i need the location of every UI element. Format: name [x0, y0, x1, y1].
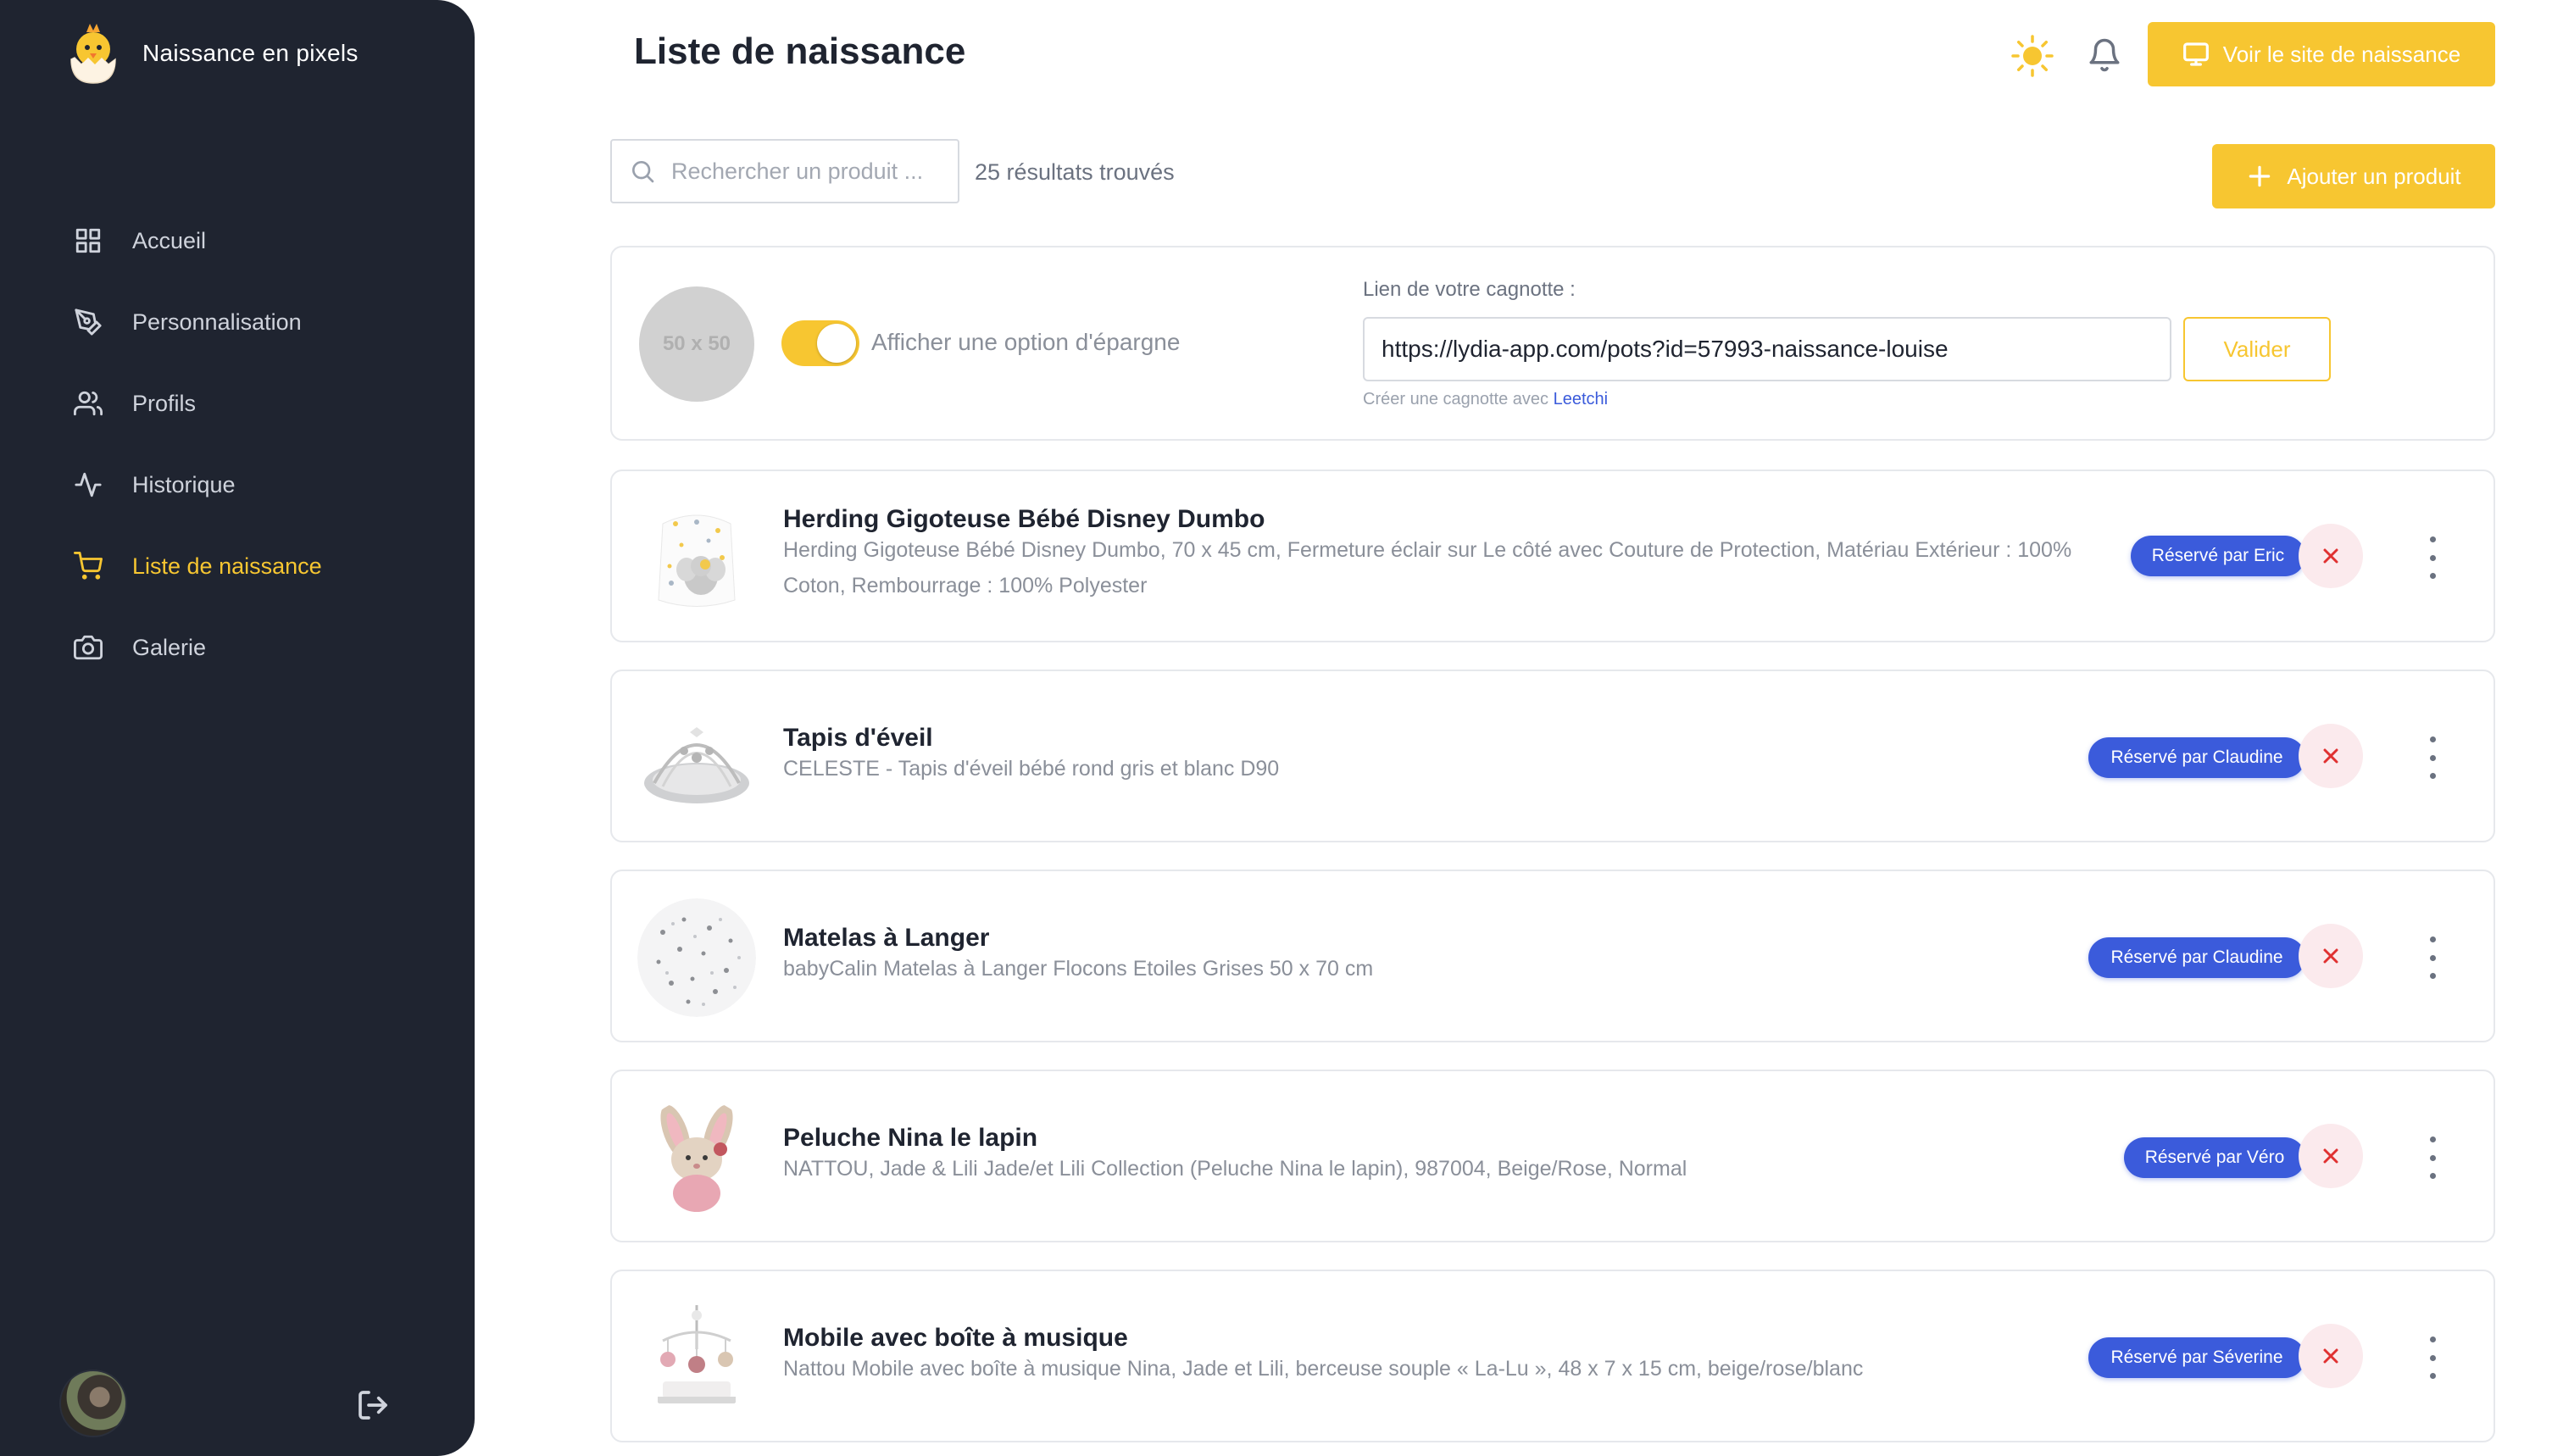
view-birth-site-button[interactable]: Voir le site de naissance [2148, 22, 2495, 86]
grid-icon [73, 225, 103, 256]
pot-link-input[interactable] [1363, 317, 2171, 381]
activity-icon [73, 470, 103, 500]
search-input[interactable] [671, 158, 951, 185]
view-birth-site-label: Voir le site de naissance [2222, 41, 2461, 67]
sidebar-item-liste-de-naissance[interactable]: Liste de naissance [73, 525, 429, 607]
plus-icon [2249, 165, 2271, 187]
pot-link-label: Lien de votre cagnotte : [1363, 278, 1576, 301]
savings-toggle-label: Afficher une option d'épargne [871, 329, 1181, 355]
chick-logo-icon [66, 22, 120, 85]
sidebar-item-label: Profils [132, 390, 197, 416]
pot-hint-text: Créer une cagnotte avec [1363, 390, 1549, 408]
remove-button[interactable] [2299, 1324, 2363, 1388]
camera-icon [73, 632, 103, 663]
product-description: Herding Gigoteuse Bébé Disney Dumbo, 70 … [783, 538, 2072, 597]
reserved-badge[interactable]: Réservé par Véro [2124, 1137, 2305, 1178]
sidebar-item-historique[interactable]: Historique [73, 444, 429, 525]
product-title: Matelas à Langer [783, 924, 990, 952]
validate-button[interactable]: Valider [2183, 317, 2331, 381]
remove-button[interactable] [2299, 924, 2363, 988]
logout-icon[interactable] [356, 1388, 390, 1422]
more-options-icon[interactable] [2422, 736, 2443, 779]
product-description: NATTOU, Jade & Lili Jade/et Lili Collect… [783, 1157, 1687, 1181]
monitor-icon [2182, 42, 2209, 66]
sidebar-item-label: Liste de naissance [132, 553, 322, 579]
savings-card: 50 x 50 Afficher une option d'épargne Li… [610, 246, 2495, 441]
product-card: Mobile avec boîte à musique Nattou Mobil… [610, 1270, 2495, 1442]
reserved-badge[interactable]: Réservé par Eric [2131, 536, 2305, 576]
cart-icon [73, 551, 103, 581]
product-description: babyCalin Matelas à Langer Flocons Etoil… [783, 957, 1374, 981]
product-title: Tapis d'éveil [783, 724, 933, 752]
leetchi-link[interactable]: Leetchi [1554, 390, 1609, 408]
close-icon [2323, 948, 2338, 964]
remove-button[interactable] [2299, 1124, 2363, 1188]
add-product-label: Ajouter un produit [2287, 163, 2461, 189]
add-product-button[interactable]: Ajouter un produit [2212, 144, 2495, 208]
pot-hint: Créer une cagnotte avec Leetchi [1363, 390, 1608, 409]
product-card: Matelas à Langer babyCalin Matelas à Lan… [610, 870, 2495, 1042]
product-description: CELESTE - Tapis d'éveil bébé rond gris e… [783, 757, 1280, 781]
search-icon [632, 161, 654, 183]
sidebar-item-label: Galerie [132, 634, 207, 660]
sidebar-item-profils[interactable]: Profils [73, 363, 429, 444]
product-image-changing-mat[interactable] [637, 898, 756, 1017]
remove-button[interactable] [2299, 724, 2363, 788]
close-icon [2323, 748, 2338, 764]
brand[interactable]: Naissance en pixels [66, 22, 359, 85]
product-title: Peluche Nina le lapin [783, 1124, 1038, 1152]
product-description: Nattou Mobile avec boîte à musique Nina,… [783, 1357, 1864, 1381]
more-options-icon[interactable] [2422, 1337, 2443, 1379]
remove-button[interactable] [2299, 524, 2363, 588]
image-placeholder: 50 x 50 [639, 286, 754, 402]
product-image-dumbo[interactable] [637, 498, 756, 617]
search-box[interactable] [610, 139, 959, 203]
product-image-play-mat[interactable] [637, 698, 756, 817]
pen-tool-icon [73, 307, 103, 337]
sidebar-item-personnalisation[interactable]: Personnalisation [73, 281, 429, 363]
close-icon [2323, 548, 2338, 564]
product-card: Tapis d'éveil CELESTE - Tapis d'éveil bé… [610, 670, 2495, 842]
avatar[interactable] [59, 1370, 127, 1437]
close-icon [2323, 1348, 2338, 1364]
product-card: Peluche Nina le lapin NATTOU, Jade & Lil… [610, 1070, 2495, 1242]
sidebar: Naissance en pixels Accueil Personnalisa… [0, 0, 475, 1456]
product-image-mobile[interactable] [637, 1298, 756, 1417]
users-icon [73, 388, 103, 419]
sidebar-nav: Accueil Personnalisation Profils Histori… [73, 200, 429, 688]
page-title: Liste de naissance [634, 31, 966, 72]
close-icon [2323, 1148, 2338, 1164]
sidebar-item-galerie[interactable]: Galerie [73, 607, 429, 688]
more-options-icon[interactable] [2422, 1136, 2443, 1179]
product-title: Herding Gigoteuse Bébé Disney Dumbo [783, 505, 1265, 533]
reserved-badge[interactable]: Réservé par Claudine [2088, 937, 2305, 978]
savings-toggle[interactable] [781, 320, 859, 366]
more-options-icon[interactable] [2422, 936, 2443, 979]
sidebar-item-label: Personnalisation [132, 308, 302, 335]
sun-icon[interactable] [2010, 34, 2054, 78]
sidebar-item-label: Accueil [132, 227, 207, 253]
more-options-icon[interactable] [2422, 536, 2443, 579]
bell-icon[interactable] [2087, 36, 2122, 75]
reserved-badge[interactable]: Réservé par Claudine [2088, 737, 2305, 778]
results-count: 25 résultats trouvés [975, 159, 1175, 185]
app-title: Naissance en pixels [142, 40, 359, 66]
sidebar-item-accueil[interactable]: Accueil [73, 200, 429, 281]
product-card: Herding Gigoteuse Bébé Disney Dumbo Herd… [610, 470, 2495, 642]
product-title: Mobile avec boîte à musique [783, 1324, 1128, 1352]
product-image-bunny[interactable] [637, 1098, 756, 1217]
reserved-badge[interactable]: Réservé par Séverine [2088, 1337, 2305, 1378]
sidebar-item-label: Historique [132, 471, 236, 497]
